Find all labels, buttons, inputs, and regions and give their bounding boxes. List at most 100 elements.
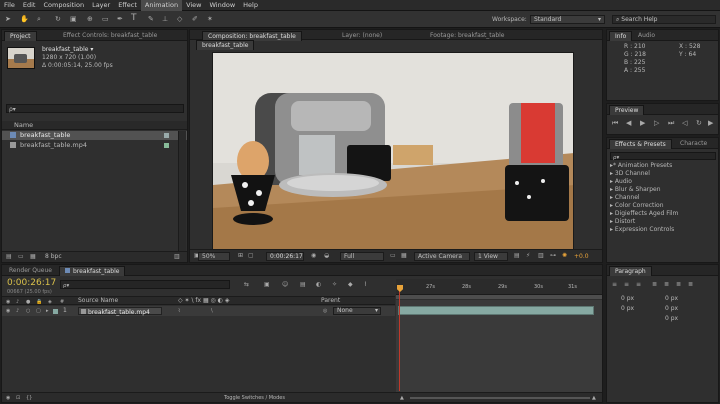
draft-3d-icon[interactable]: ▣ [264,281,270,289]
tab-character[interactable]: Characte [675,139,712,149]
roto-brush-tool-icon[interactable]: ✐ [192,15,198,23]
last-frame-icon[interactable]: ⏭ [668,119,674,127]
grid-icon[interactable]: ⊞ [238,252,243,260]
menu-layer[interactable]: Layer [88,0,114,11]
new-composition-icon[interactable]: ▦ [30,253,36,261]
space-after-field[interactable]: 0 px [665,315,678,323]
hide-shy-layers-icon[interactable]: ☺ [282,281,288,289]
current-time-display[interactable]: 0:00:26:17 [266,252,304,261]
effects-list-item[interactable]: ▸ Audio [607,178,718,186]
menu-animation[interactable]: Animation [140,0,183,11]
zoom-out-icon[interactable]: ▲ [400,394,404,402]
menu-view[interactable]: View [182,0,205,11]
exposure-value[interactable]: +0.0 [574,253,589,261]
indent-first-line-field[interactable]: 0 px [621,305,634,313]
effects-list-item[interactable]: ▸ Distort [607,218,718,226]
show-channel-icon[interactable]: ◒ [324,252,329,260]
project-search-input[interactable]: ρ▾ [6,104,184,113]
eye-icon[interactable]: ◉ [6,307,10,315]
layer-duration-bar[interactable] [398,306,594,315]
bpc-button[interactable]: 8 bpc [45,253,62,261]
zoom-in-icon[interactable]: ▲ [592,394,596,402]
mask-visibility-icon[interactable]: ▢ [248,252,254,260]
tab-paragraph[interactable]: Paragraph [609,266,652,276]
resolution-dropdown[interactable]: Full [340,252,384,261]
justify-right-icon[interactable]: ≣ [676,281,681,289]
menu-effect[interactable]: Effect [114,0,141,11]
previous-frame-icon[interactable]: ◀ [626,119,631,127]
reset-exposure-icon[interactable]: ✺ [562,252,567,260]
expand-transfer-controls-icon[interactable]: ⊡ [16,394,20,402]
label-color-swatch[interactable] [164,133,169,138]
mute-icon[interactable]: ◁ [682,119,687,127]
timeline-timecode[interactable]: 0:00:26:17 [7,278,56,288]
trash-icon[interactable]: ▥ [174,253,180,261]
effects-list-item[interactable]: ▸ Channel [607,194,718,202]
hand-tool-icon[interactable]: ✋ [20,15,29,23]
ram-preview-icon[interactable]: ▶ [708,119,713,127]
pan-behind-tool-icon[interactable]: ⊕ [87,15,93,23]
column-name[interactable]: Name [14,121,33,129]
next-frame-icon[interactable]: ▷ [654,119,659,127]
camera-tool-icon[interactable]: ▣ [70,15,77,23]
workspace-dropdown[interactable]: Standard ▾ [530,15,605,24]
type-tool-icon[interactable]: T [131,14,137,23]
column-parent[interactable]: Parent [321,297,340,305]
pick-whip-icon[interactable]: ◎ [323,307,327,315]
lock-toggle-icon[interactable]: ▢ [36,307,41,315]
tab-audio[interactable]: Audio [633,31,660,41]
interpret-footage-icon[interactable]: ▤ [6,253,12,261]
views-dropdown[interactable]: 1 View [474,252,508,261]
expand-layer-switches-icon[interactable]: ◉ [6,394,10,402]
transparency-grid-icon[interactable]: ▦ [401,252,407,260]
label-color-swatch[interactable] [53,309,58,314]
shy-switch-icon[interactable]: ⌇ [178,307,180,315]
tab-breakfast-table-timeline[interactable]: breakfast_table [59,266,126,276]
align-left-icon[interactable]: ≡ [612,281,617,289]
effects-list-item[interactable]: ▸ Digieffects Aged Film [607,210,718,218]
effects-list-item[interactable]: ▸ Blur & Sharpen [607,186,718,194]
parent-dropdown[interactable]: None ▾ [333,307,381,315]
selection-tool-icon[interactable]: ➤ [5,15,11,23]
tab-effects-presets[interactable]: Effects & Presets [609,139,672,149]
timeline-icon[interactable]: ▥ [538,252,544,260]
zoom-dropdown[interactable]: 50% [198,252,230,261]
indent-right-field[interactable]: 0 px [665,295,678,303]
region-of-interest-icon[interactable]: ▭ [390,252,396,260]
effects-list-item[interactable]: ▸ Expression Controls [607,226,718,234]
menu-help[interactable]: Help [239,0,262,11]
tab-info[interactable]: Info [609,31,633,41]
flowchart-icon[interactable]: ⊶ [550,252,556,260]
menu-window[interactable]: Window [206,0,240,11]
label-color-swatch[interactable] [164,143,169,148]
solo-toggle-icon[interactable]: ○ [26,307,30,315]
effects-search-input[interactable]: ρ▾ [610,152,716,161]
layer-name-field[interactable]: breakfast_table.mp4 [78,307,162,316]
tab-breakfast-table[interactable]: breakfast_table [196,40,255,50]
column-switches[interactable]: ◇ ✶ \ fx ▦ ◎ ◐ ◈ [178,297,229,305]
composition-viewer[interactable] [212,52,574,250]
tab-layer[interactable]: Layer: (none) [337,31,387,41]
zoom-slider[interactable] [410,397,590,399]
align-right-icon[interactable]: ≡ [636,281,641,289]
menu-composition[interactable]: Composition [39,0,88,11]
timeline-search-input[interactable]: ρ▾ [60,280,230,289]
puppet-tool-icon[interactable]: ✶ [207,15,213,23]
play-icon[interactable]: ▶ [640,119,645,127]
first-frame-icon[interactable]: ⏮ [612,119,618,127]
indent-left-field[interactable]: 0 px [621,295,634,303]
table-row[interactable]: ◉ ♪ ○ ▢ ▸ 1 breakfast_table.mp4 ⌇ \ ◎ No… [2,306,395,316]
tab-preview[interactable]: Preview [609,105,645,115]
brainstorm-icon[interactable]: ✧ [332,281,337,289]
toggle-switches-modes-button[interactable]: Toggle Switches / Modes [224,394,285,402]
menu-file[interactable]: File [0,0,19,11]
search-help-input[interactable]: ⌕ Search Help [612,15,716,24]
tab-project[interactable]: Project [4,31,37,41]
motion-blur-icon[interactable]: ◐ [316,281,321,289]
frame-blending-icon[interactable]: ▤ [300,281,306,289]
auto-keyframe-icon[interactable]: ◆ [348,281,353,289]
toggle-pixel-aspect-icon[interactable]: ▤ [514,252,520,260]
clone-stamp-tool-icon[interactable]: ⊥ [162,15,168,23]
expand-triangle-icon[interactable]: ▸ [46,307,49,315]
work-area-bar[interactable] [396,295,602,299]
